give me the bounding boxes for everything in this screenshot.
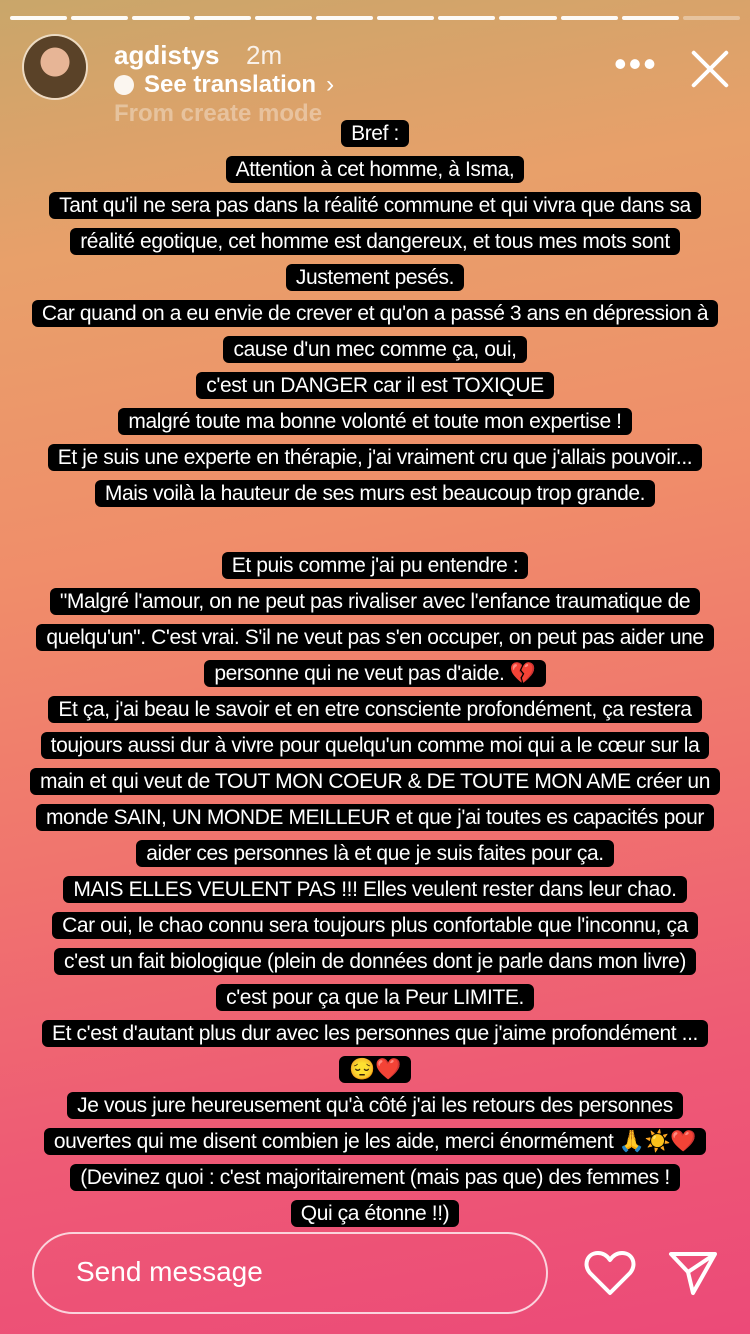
story-text-line: réalité egotique, cet homme est dangereu… xyxy=(0,224,750,260)
story-text-line: quelqu'un". C'est vrai. S'il ne veut pas… xyxy=(0,620,750,656)
story-text-span: Et puis comme j'ai pu entendre : xyxy=(221,552,529,579)
story-text-span: ouvertes qui me disent combien je les ai… xyxy=(43,1128,707,1155)
story-text-line: "Malgré l'amour, on ne peut pas rivalise… xyxy=(0,584,750,620)
story-text-line: c'est un DANGER car il est TOXIQUE xyxy=(0,368,750,404)
story-text-line: cause d'un mec comme ça, oui, xyxy=(0,332,750,368)
story-text-span: quelqu'un". C'est vrai. S'il ne veut pas… xyxy=(36,624,714,651)
story-text-span: Car quand on a eu envie de crever et qu'… xyxy=(31,300,719,327)
progress-segment xyxy=(132,16,190,20)
story-text-line: MAIS ELLES VEULENT PAS !!! Elles veulent… xyxy=(0,872,750,908)
see-translation-label: See translation xyxy=(144,71,317,98)
story-text-span: aider ces personnes là et que je suis fa… xyxy=(136,840,614,867)
chevron-right-icon: › xyxy=(326,71,335,98)
story-text-span: main et qui veut de TOUT MON COEUR & DE … xyxy=(30,768,720,795)
progress-segment xyxy=(193,16,251,20)
story-text-block: Bref : Attention à cet homme, à Isma, Tant… xyxy=(0,116,750,1232)
story-text-line: Et puis comme j'ai pu entendre : xyxy=(0,548,750,584)
story-text-line: malgré toute ma bonne volonté et toute m… xyxy=(0,404,750,440)
story-text-span: (Devinez quoi : c'est majoritairement (m… xyxy=(70,1164,680,1191)
story-text-line: Et ça, j'ai beau le savoir et en etre co… xyxy=(0,692,750,728)
story-text-line: personne qui ne veut pas d'aide. 💔 xyxy=(0,656,750,692)
progress-segment xyxy=(438,16,496,20)
profile-avatar[interactable] xyxy=(24,36,86,98)
username[interactable]: agdistys xyxy=(114,40,220,71)
story-text-line: toujours aussi dur à vivre pour quelqu'u… xyxy=(0,728,750,764)
story-text-line: Mais voilà la hauteur de ses murs est be… xyxy=(0,476,750,512)
progress-segment xyxy=(499,16,557,20)
send-message-placeholder: Send message xyxy=(76,1256,263,1287)
story-text-line: Et c'est d'autant plus dur avec les pers… xyxy=(0,1016,750,1052)
progress-segment xyxy=(377,16,435,20)
story-header: agdistys 2m See translation › From creat… xyxy=(24,36,726,127)
story-text-span: Mais voilà la hauteur de ses murs est be… xyxy=(94,480,656,507)
story-text-span: Et ça, j'ai beau le savoir et en etre co… xyxy=(48,696,702,723)
progress-segment xyxy=(560,16,618,20)
story-text-span: Et c'est d'autant plus dur avec les pers… xyxy=(42,1020,708,1047)
story-text-span: MAIS ELLES VEULENT PAS !!! Elles veulent… xyxy=(63,876,687,903)
see-translation-button[interactable]: See translation › xyxy=(114,68,334,102)
send-icon[interactable] xyxy=(668,1250,718,1296)
story-text-line: aider ces personnes là et que je suis fa… xyxy=(0,836,750,872)
story-text-span: Bref : xyxy=(341,120,409,147)
story-text-span: toujours aussi dur à vivre pour quelqu'u… xyxy=(40,732,710,759)
story-text-span: Attention à cet homme, à Isma, xyxy=(225,156,525,183)
story-text-span: Qui ça étonne !!) xyxy=(290,1200,460,1227)
story-text-line: Car oui, le chao connu sera toujours plu… xyxy=(0,908,750,944)
story-text-span: Je vous jure heureusement qu'à côté j'ai… xyxy=(67,1092,683,1119)
story-text-line: 😔❤️ xyxy=(0,1052,750,1088)
story-text-line: Attention à cet homme, à Isma, xyxy=(0,152,750,188)
progress-segment xyxy=(621,16,679,20)
story-text-span: c'est pour ça que la Peur LIMITE. xyxy=(216,984,534,1011)
story-text-line: monde SAIN, UN MONDE MEILLEUR et que j'a… xyxy=(0,800,750,836)
translate-icon xyxy=(114,75,134,95)
story-text-line: Qui ça étonne !!) xyxy=(0,1196,750,1232)
story-text-line: Et je suis une experte en thérapie, j'ai… xyxy=(0,440,750,476)
story-text-span: c'est un DANGER car il est TOXIQUE xyxy=(196,372,554,399)
story-text-span: réalité egotique, cet homme est dangereu… xyxy=(70,228,680,255)
story-text-line xyxy=(0,512,750,548)
progress-segment xyxy=(10,16,68,20)
heart-icon[interactable] xyxy=(584,1250,636,1296)
story-text-span: 😔❤️ xyxy=(339,1056,411,1083)
send-message-input[interactable]: Send message xyxy=(32,1232,548,1314)
progress-segment xyxy=(682,16,741,20)
story-text-span: Justement pesés. xyxy=(285,264,465,291)
story-text-line: Je vous jure heureusement qu'à côté j'ai… xyxy=(0,1088,750,1124)
story-progress-bar xyxy=(10,16,741,20)
story-text-line: c'est un fait biologique (plein de donné… xyxy=(0,944,750,980)
story-footer: Send message xyxy=(32,1232,732,1314)
close-icon[interactable] xyxy=(688,46,732,90)
story-text-line: ouvertes qui me disent combien je les ai… xyxy=(0,1124,750,1160)
story-text-line: Car quand on a eu envie de crever et qu'… xyxy=(0,296,750,332)
story-text-span: c'est un fait biologique (plein de donné… xyxy=(54,948,696,975)
story-text-line: (Devinez quoi : c'est majoritairement (m… xyxy=(0,1160,750,1196)
story-text-line: c'est pour ça que la Peur LIMITE. xyxy=(0,980,750,1016)
story-text-line: Tant qu'il ne sera pas dans la réalité c… xyxy=(0,188,750,224)
story-text-span: personne qui ne veut pas d'aide. 💔 xyxy=(204,660,546,687)
more-icon[interactable]: ••• xyxy=(614,46,658,82)
story-text-span: malgré toute ma bonne volonté et toute m… xyxy=(118,408,632,435)
story-text-span: monde SAIN, UN MONDE MEILLEUR et que j'a… xyxy=(35,804,715,831)
story-text-span: Car oui, le chao connu sera toujours plu… xyxy=(52,912,698,939)
progress-segment xyxy=(254,16,312,20)
post-time: 2m xyxy=(246,40,283,70)
story-text-line: main et qui veut de TOUT MON COEUR & DE … xyxy=(0,764,750,800)
progress-segment xyxy=(71,16,129,20)
progress-segment xyxy=(315,16,374,20)
story-text-span: "Malgré l'amour, on ne peut pas rivalise… xyxy=(49,588,701,615)
story-text-span: Tant qu'il ne sera pas dans la réalité c… xyxy=(49,192,701,219)
story-text-line: Justement pesés. xyxy=(0,260,750,296)
story-text-span: Et je suis une experte en thérapie, j'ai… xyxy=(47,444,703,471)
story-text-span: cause d'un mec comme ça, oui, xyxy=(223,336,527,363)
story-text-line: Bref : xyxy=(0,116,750,152)
